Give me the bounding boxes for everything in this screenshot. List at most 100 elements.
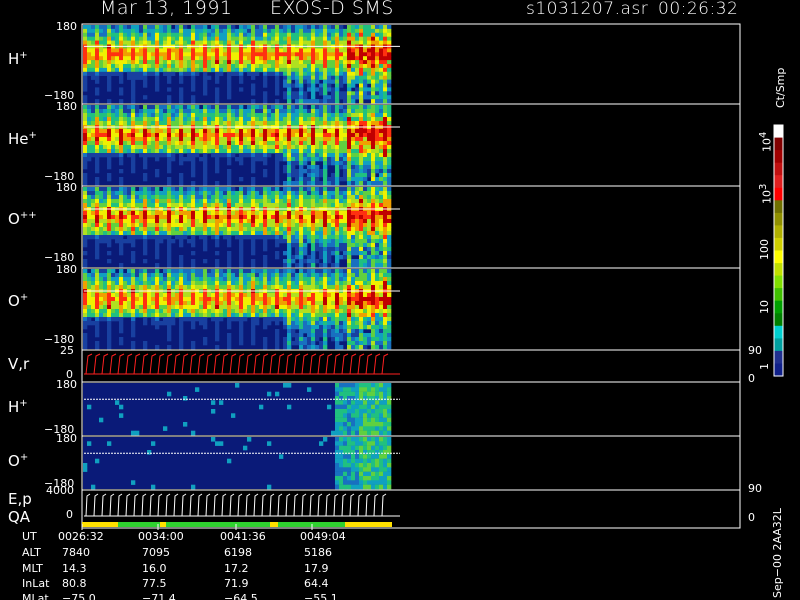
spectrogram-cell [351,333,356,338]
spectrogram-cell [243,305,248,310]
spectrogram-cell [147,215,152,220]
spectrogram-cell [363,247,368,252]
spectrogram-cell [383,297,388,302]
spectrogram-cell [279,235,284,240]
spectrogram-cell [87,25,92,30]
spectrogram-cell [287,109,292,114]
spectrogram-cell [383,273,388,278]
spectrogram-cell [251,203,256,208]
spectrogram-cell [283,121,288,126]
spectrogram-cell [323,60,328,65]
spectrogram-cell [331,67,336,73]
spectrogram-cell [119,273,124,278]
spectrogram-cell [123,121,128,126]
spectrogram-cell [135,195,140,200]
spectrogram-cell [339,161,344,166]
spectrogram-cell [363,309,368,314]
spectrogram-cell [331,219,336,224]
spectrogram-cell [215,32,220,37]
spectrogram-cell [235,231,240,236]
spectrogram-cell [343,321,348,326]
spectrogram-cell [251,321,256,326]
spectrogram-cell [283,137,288,142]
spectrogram-cell [251,333,256,338]
spectrogram-cell [87,227,92,232]
spectrogram-cell [383,195,388,200]
spectrogram-cell [263,28,268,34]
spectrogram-cell [99,71,104,76]
spectrogram-cell [235,121,240,126]
spectrogram-cell [379,109,384,114]
spectrogram-cell [159,56,164,61]
spectrogram-cell [287,32,292,37]
spectrogram-cell [139,145,144,150]
spectrogram-cell [383,191,388,196]
spectrogram-cell [355,281,360,286]
spectrogram-cell [191,52,196,57]
spectrogram-cell [247,191,252,196]
spectrogram-cell [343,141,348,146]
spectrogram-cell [335,305,340,310]
spectrogram-cell [183,195,188,200]
spectrogram-cell [139,52,144,57]
spectrogram-cell [91,145,96,150]
spectrogram-cell [315,177,320,182]
spectrogram-cell [311,263,316,268]
spectrogram-cell [107,129,112,134]
spectrogram-cell [95,91,100,96]
spectrogram-cell [107,191,112,196]
spectrogram-cell [239,285,244,290]
spectrogram-cell [371,48,376,53]
spectrogram-cell [371,52,376,57]
spectrogram-cell [199,145,204,150]
spectrogram-cell [199,129,204,134]
spectrogram-cell [187,195,192,200]
spectrogram-cell [355,32,360,37]
spectrogram-cell [251,40,256,45]
spectrogram-cell [131,60,136,65]
spectrogram-cell [379,285,384,290]
spectrogram-cell [227,199,232,204]
spectrogram-cell [167,109,172,114]
spectrogram-cell [191,199,196,204]
spectrogram-cell [263,235,268,240]
spectrogram-cell [387,153,392,158]
spectrogram-cell [163,231,168,236]
spectrogram-cell [215,273,220,278]
spectrogram-cell [143,199,148,204]
spectrogram-cell [303,71,308,76]
spectrogram-cell [291,215,296,220]
spectrogram-cell [199,309,204,314]
spectrogram-cell [267,195,272,200]
spectrogram-cell [371,309,376,314]
spectrogram-cell [303,227,308,232]
spectrogram-cell [327,321,332,326]
spectrogram-cell [267,293,272,298]
spectrogram-cell [235,109,240,114]
spectrogram-cell [167,263,172,268]
spectrogram-cell [263,91,268,96]
spectrogram-cell [279,71,284,76]
spectrogram-cell [319,199,324,204]
spectrogram-cell [331,247,336,252]
spectrogram-cell [239,71,244,76]
spectrogram-cell [387,129,392,134]
spectrogram-cell [275,40,280,45]
spectrogram-cell [107,239,112,244]
spectrogram-cell [355,79,360,84]
spectrogram-cell [327,79,332,84]
spectrogram-cell [327,105,332,110]
spectrogram-cell [163,113,168,118]
spectrogram-cell [95,25,100,30]
spectrogram-cell [191,157,196,162]
spectrogram-cell [187,64,192,69]
spectrogram-cell [123,281,128,286]
spectrogram-cell [355,95,360,100]
spectrogram-cell [375,109,380,114]
spectrogram-cell [219,211,224,216]
spectrogram-cell [131,313,136,318]
spectrogram-cell [247,56,252,61]
spectrogram-cell [367,79,372,84]
spectrogram-cell [319,277,324,282]
spectrogram-cell [351,305,356,310]
